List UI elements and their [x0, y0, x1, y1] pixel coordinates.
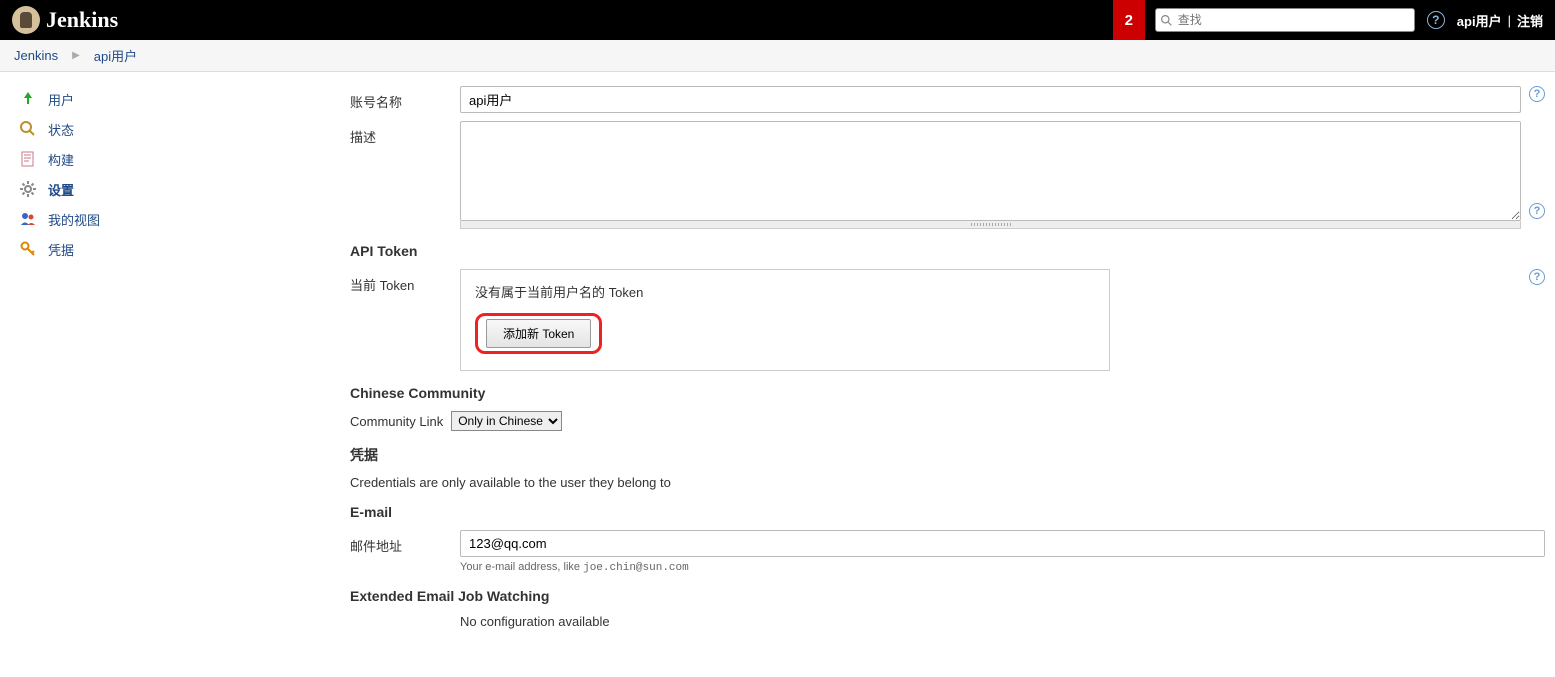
credentials-note: Credentials are only available to the us… [350, 475, 1545, 490]
help-icon[interactable]: ? [1529, 86, 1545, 102]
people-icon [18, 209, 38, 229]
header-separator: | [1508, 13, 1511, 28]
breadcrumb-item-root[interactable]: Jenkins [14, 48, 58, 63]
sidebar-item-label: 状态 [48, 120, 74, 139]
email-help-text: Your e-mail address, like joe.chin@sun.c… [460, 561, 1545, 574]
token-box: 没有属于当前用户名的 Token 添加新 Token [460, 269, 1110, 371]
sidebar-item-credentials[interactable]: 凭据 [0, 234, 320, 264]
current-token-label: 当前 Token [350, 269, 460, 294]
sidebar-item-label: 设置 [48, 180, 74, 199]
sidebar-item-label: 我的视图 [48, 210, 100, 229]
key-icon [18, 239, 38, 259]
help-icon[interactable]: ? [1529, 203, 1545, 219]
sidebar-item-label: 用户 [48, 90, 74, 109]
search-box[interactable] [1155, 8, 1415, 32]
gear-icon [18, 179, 38, 199]
highlighted-button-wrap: 添加新 Token [475, 313, 602, 354]
sidebar: 用户 状态 构建 设置 我的视图 凭据 [0, 72, 320, 677]
notification-badge[interactable]: 2 [1113, 0, 1145, 40]
sidebar-item-user[interactable]: 用户 [0, 84, 320, 114]
sidebar-item-builds[interactable]: 构建 [0, 144, 320, 174]
jenkins-logo-icon [12, 6, 40, 34]
magnifier-icon [18, 119, 38, 139]
community-link-label: Community Link [350, 414, 443, 429]
logo-area[interactable]: Jenkins [12, 6, 118, 34]
ext-email-header: Extended Email Job Watching [350, 588, 1545, 604]
search-icon [1160, 13, 1174, 27]
breadcrumb: Jenkins ▶ api用户 [0, 40, 1555, 72]
help-icon[interactable]: ? [1529, 269, 1545, 285]
description-label: 描述 [350, 121, 460, 146]
chinese-community-header: Chinese Community [350, 385, 1545, 401]
header-bar: Jenkins 2 ? api用户 | 注销 [0, 0, 1555, 40]
help-icon[interactable]: ? [1427, 11, 1445, 29]
email-header: E-mail [350, 504, 1545, 520]
account-name-label: 账号名称 [350, 86, 460, 111]
document-icon [18, 149, 38, 169]
main-content: 账号名称 ? 描述 ? API Token 当前 Token 没有属于当前用户名… [320, 72, 1555, 677]
api-token-header: API Token [350, 243, 1545, 259]
breadcrumb-item-user[interactable]: api用户 [94, 46, 137, 65]
chevron-right-icon: ▶ [72, 50, 80, 61]
sidebar-item-status[interactable]: 状态 [0, 114, 320, 144]
no-token-message: 没有属于当前用户名的 Token [475, 282, 1095, 301]
resize-handle-icon[interactable] [460, 221, 1521, 229]
add-token-button[interactable]: 添加新 Token [486, 319, 591, 348]
logo-text: Jenkins [46, 7, 118, 33]
sidebar-item-label: 凭据 [48, 240, 74, 259]
search-input[interactable] [1174, 13, 1410, 27]
description-textarea[interactable] [460, 121, 1521, 221]
sidebar-item-label: 构建 [48, 150, 74, 169]
sidebar-item-myviews[interactable]: 我的视图 [0, 204, 320, 234]
logout-link[interactable]: 注销 [1517, 11, 1543, 30]
sidebar-item-configure[interactable]: 设置 [0, 174, 320, 204]
user-up-icon [18, 89, 38, 109]
account-name-input[interactable] [460, 86, 1521, 113]
email-label: 邮件地址 [350, 530, 460, 555]
community-link-select[interactable]: Only in Chinese [451, 411, 562, 431]
user-link[interactable]: api用户 [1457, 11, 1502, 30]
credentials-header: 凭据 [350, 445, 1545, 465]
email-input[interactable] [460, 530, 1545, 557]
no-config-message: No configuration available [460, 614, 610, 629]
